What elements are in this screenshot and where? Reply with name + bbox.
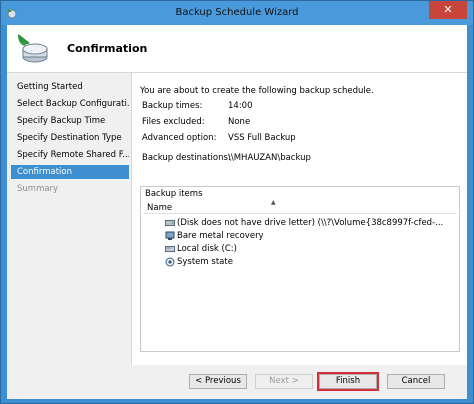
backup-items-title: Backup items bbox=[145, 189, 203, 199]
wizard-window: Backup Schedule Wizard ✕ Confirmation Ge… bbox=[0, 0, 474, 404]
nav-item-summary: Summary bbox=[17, 184, 59, 194]
backup-times-value: 14:00 bbox=[228, 101, 253, 111]
system-state-icon bbox=[165, 257, 175, 267]
sort-ascending-icon: ▲ bbox=[271, 199, 276, 206]
finish-button[interactable]: Finish bbox=[317, 372, 379, 391]
nav-item-confirmation[interactable]: Confirmation bbox=[11, 165, 129, 179]
title-bar[interactable]: Backup Schedule Wizard ✕ bbox=[1, 1, 473, 25]
wizard-client-area: Confirmation Getting Started Select Back… bbox=[7, 25, 467, 399]
backup-times-label: Backup times: bbox=[142, 101, 203, 111]
page-title: Confirmation bbox=[67, 42, 148, 55]
cancel-button[interactable]: Cancel bbox=[387, 374, 445, 389]
advanced-option-label: Advanced option: bbox=[142, 133, 217, 143]
files-excluded-label: Files excluded: bbox=[142, 117, 205, 127]
drive-icon bbox=[165, 220, 175, 226]
nav-item-specify-destination-type[interactable]: Specify Destination Type bbox=[11, 131, 129, 145]
bare-metal-icon bbox=[165, 231, 175, 240]
backup-items-list[interactable]: Backup items Name ▲ (Disk does not have … bbox=[140, 186, 460, 352]
wizard-nav: Getting Started Select Backup Configurat… bbox=[7, 73, 131, 399]
close-button[interactable]: ✕ bbox=[429, 1, 467, 19]
previous-button[interactable]: < Previous bbox=[189, 374, 247, 389]
next-button[interactable]: Next > bbox=[255, 374, 313, 389]
advanced-option-value: VSS Full Backup bbox=[228, 133, 296, 143]
backup-destinations-label: Backup destinations: bbox=[142, 153, 231, 163]
intro-text: You are about to create the following ba… bbox=[140, 86, 374, 96]
window-title: Backup Schedule Wizard bbox=[175, 7, 299, 18]
backup-destinations-value: \\MHAUZAN\backup bbox=[228, 153, 311, 163]
confirmation-panel: You are about to create the following ba… bbox=[131, 73, 467, 365]
files-excluded-value: None bbox=[228, 117, 251, 127]
backup-schedule-icon bbox=[18, 33, 48, 63]
local-disk-icon bbox=[165, 246, 175, 252]
column-header-name[interactable]: Name ▲ bbox=[143, 199, 457, 214]
wizard-footer: < Previous Next > Finish Cancel bbox=[7, 365, 467, 399]
nav-item-getting-started[interactable]: Getting Started bbox=[11, 80, 129, 94]
wizard-header: Confirmation bbox=[7, 25, 467, 73]
column-name-label: Name bbox=[147, 203, 173, 213]
nav-item-specify-backup-time[interactable]: Specify Backup Time bbox=[11, 114, 129, 128]
nav-item-select-backup-configuration[interactable]: Select Backup Configurati... bbox=[11, 97, 129, 111]
nav-item-specify-remote-shared-folder[interactable]: Specify Remote Shared F... bbox=[11, 148, 129, 162]
